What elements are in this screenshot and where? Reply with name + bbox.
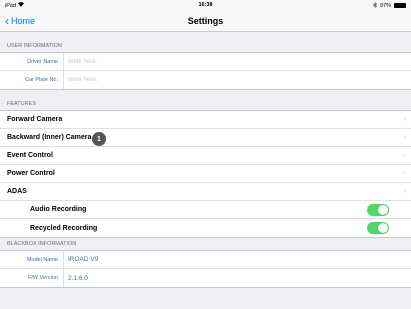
back-button[interactable]: ‹ Home [0, 15, 35, 27]
menu-item-label: Power Control [7, 170, 55, 177]
toggle-knob [378, 204, 388, 215]
menu-item-label: Forward Camera [7, 116, 63, 123]
section-header-features: FEATURES [7, 101, 36, 107]
back-label: Home [11, 16, 36, 26]
driver-name-input[interactable] [68, 58, 368, 65]
chevron-right-icon: › [403, 116, 406, 123]
menu-item-event-control[interactable]: Event Control › [0, 147, 411, 165]
step-badge: 1 [92, 132, 106, 146]
model-name-row: Model Name IROAD V9 [0, 251, 411, 269]
menu-item-label: Audio Recording [30, 206, 87, 213]
features-group: Forward Camera › Backward (Inner) Camera… [0, 110, 411, 238]
recycled-recording-row: Recycled Recording [0, 219, 411, 237]
fw-version-label: F/W Version [0, 269, 64, 287]
chevron-right-icon: › [403, 188, 406, 195]
model-name-value: IROAD V9 [68, 256, 99, 263]
status-time: 16:38 [198, 2, 213, 8]
fw-version-value: 2.1.6.0 [68, 274, 88, 282]
section-header-user-info: USER INFORMATION [7, 43, 62, 49]
car-plate-row: Car Plate No. [0, 71, 411, 89]
status-bar: iPad 16:38 97% [0, 0, 411, 11]
menu-item-power-control[interactable]: Power Control › [0, 165, 411, 183]
menu-item-label: Backward (Inner) Camera [7, 134, 92, 141]
user-info-group: Driver Name Car Plate No. [0, 52, 411, 90]
menu-item-label: Recycled Recording [30, 224, 98, 232]
fw-version-row: F/W Version 2.1.6.0 [0, 269, 411, 287]
menu-item-label: Event Control [7, 152, 53, 159]
menu-item-backward-camera[interactable]: Backward (Inner) Camera 1 › [0, 129, 411, 147]
audio-recording-row: Audio Recording [0, 201, 411, 219]
menu-item-forward-camera[interactable]: Forward Camera › [0, 111, 411, 129]
section-header-blackbox-info: BLACKBOX INFORMATION [7, 241, 77, 247]
toggle-knob [378, 223, 388, 233]
blackbox-info-group: Model Name IROAD V9 F/W Version 2.1.6.0 [0, 250, 411, 288]
chevron-right-icon: › [403, 134, 406, 141]
model-name-label: Model Name [0, 251, 64, 268]
recycled-recording-toggle[interactable] [367, 222, 389, 234]
menu-item-adas[interactable]: ADAS › [0, 183, 411, 201]
chevron-right-icon: › [403, 152, 406, 159]
navigation-bar: ‹ Home Settings [0, 11, 411, 32]
audio-recording-toggle[interactable] [367, 203, 389, 216]
menu-item-label: ADAS [7, 188, 27, 195]
driver-name-row: Driver Name [0, 53, 411, 71]
car-plate-input[interactable] [68, 77, 368, 83]
chevron-right-icon: › [403, 170, 406, 177]
car-plate-label: Car Plate No. [0, 71, 64, 89]
driver-name-label: Driver Name [0, 53, 64, 70]
chevron-left-icon: ‹ [5, 14, 9, 28]
page-title: Settings [187, 16, 224, 26]
